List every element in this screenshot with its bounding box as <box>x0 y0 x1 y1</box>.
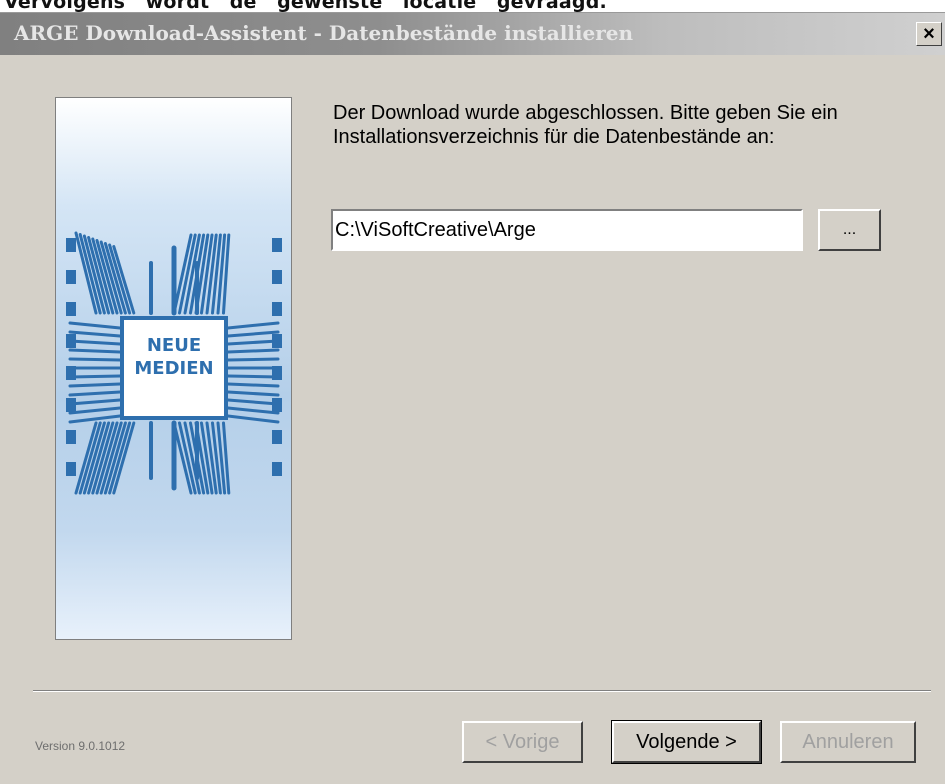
logo-pad <box>66 430 76 444</box>
install-path-input[interactable] <box>331 209 803 251</box>
close-button[interactable]: × <box>916 22 942 46</box>
logo-trace <box>68 348 122 354</box>
close-icon: × <box>923 23 935 45</box>
logo-trace <box>226 398 280 406</box>
logo-trace <box>68 374 122 379</box>
title-bar: ARGE Download-Assistent - Datenbestände … <box>0 13 945 55</box>
logo-trace <box>68 390 122 397</box>
logo-trace <box>68 357 122 362</box>
logo-pad <box>272 302 282 316</box>
logo-trace <box>68 382 122 388</box>
browse-button[interactable]: ... <box>818 209 881 251</box>
dialog-window: ARGE Download-Assistent - Datenbestände … <box>0 12 945 784</box>
logo-trace <box>226 357 280 362</box>
logo-pad <box>272 366 282 380</box>
instruction-text: Der Download wurde abgeschlossen. Bitte … <box>333 101 893 149</box>
logo-text-medien: MEDIEN <box>134 358 213 379</box>
logo-pad <box>66 398 76 412</box>
logo-pad <box>66 270 76 284</box>
version-label: Version 9.0.1012 <box>35 739 126 753</box>
logo-trace <box>226 321 280 330</box>
wizard-banner: NEUE MEDIEN <box>55 97 292 640</box>
logo-trace <box>68 339 122 346</box>
logo-trace <box>68 321 122 330</box>
logo-pad <box>272 430 282 444</box>
back-button[interactable]: < Vorige <box>462 721 583 763</box>
footer-divider <box>33 690 931 692</box>
cancel-button[interactable]: Annuleren <box>780 721 916 763</box>
logo-trace <box>226 390 280 397</box>
logo-trace <box>68 330 122 338</box>
logo-trace <box>226 339 280 346</box>
logo-pad <box>272 334 282 348</box>
logo-pad <box>272 238 282 252</box>
logo-trace <box>68 414 122 424</box>
logo-trace <box>68 406 122 415</box>
logo-trace <box>226 348 280 354</box>
logo-pad <box>272 398 282 412</box>
logo-pad <box>66 238 76 252</box>
instruction-line-1: Der Download wurde abgeschlossen. Bitte … <box>333 102 838 124</box>
logo-pad <box>66 462 76 476</box>
next-button[interactable]: Volgende > <box>611 720 762 764</box>
logo-trace <box>226 406 280 415</box>
logo-trace <box>226 374 280 379</box>
logo-pad <box>66 302 76 316</box>
logo-trace <box>226 382 280 388</box>
window-title: ARGE Download-Assistent - Datenbestände … <box>14 21 634 45</box>
logo-pad <box>272 462 282 476</box>
logo-pad <box>272 270 282 284</box>
logo-trace <box>68 398 122 406</box>
logo-trace <box>226 330 280 338</box>
instruction-line-2: Installationsverzeichnis für die Datenbe… <box>333 126 775 148</box>
logo-pad <box>66 334 76 348</box>
logo-text-neue: NEUE <box>147 335 201 356</box>
logo-pad <box>66 366 76 380</box>
logo-trace <box>226 414 280 424</box>
neue-medien-chip-logo: NEUE MEDIEN <box>66 231 282 495</box>
